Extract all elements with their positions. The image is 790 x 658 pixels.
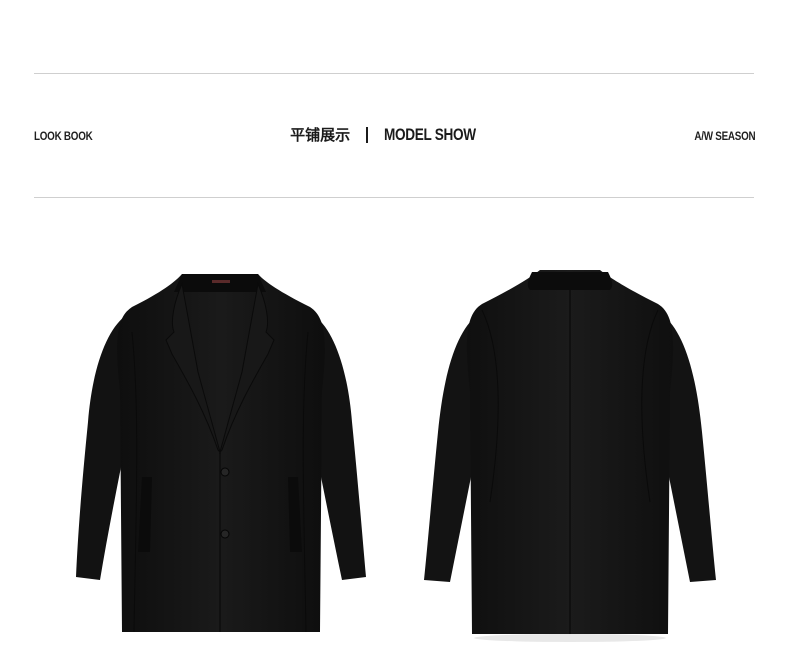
top-divider [34, 73, 754, 74]
section-header: LOOK BOOK 平铺展示 MODEL SHOW A/W SEASON [34, 124, 755, 150]
season-label: A/W SEASON [694, 129, 755, 143]
title-separator [366, 126, 369, 143]
coat-front-image [70, 262, 370, 652]
coat-back-image [420, 262, 720, 652]
section-title: 平铺展示 MODEL SHOW [34, 124, 755, 145]
title-chinese: 平铺展示 [290, 126, 351, 144]
bottom-divider [34, 197, 754, 198]
title-english: MODEL SHOW [384, 124, 476, 144]
